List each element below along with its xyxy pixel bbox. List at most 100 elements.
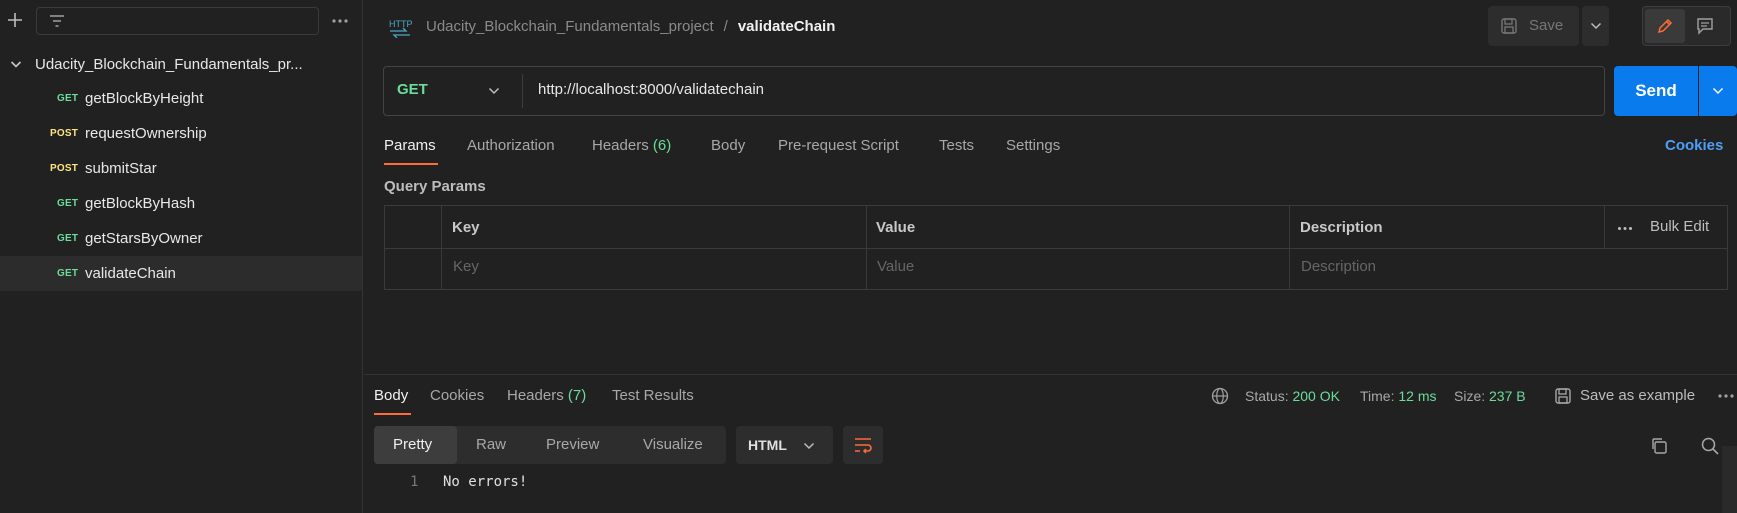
view-preview[interactable]: Preview bbox=[546, 436, 599, 453]
status-value: 200 OK bbox=[1292, 388, 1340, 404]
column-header-description: Description bbox=[1300, 219, 1383, 236]
response-tab-cookies[interactable]: Cookies bbox=[430, 387, 484, 404]
response-tab-body[interactable]: Body bbox=[374, 387, 408, 404]
copy-icon[interactable] bbox=[1650, 437, 1668, 455]
response-body-text: No errors! bbox=[443, 474, 528, 490]
bulk-edit-button[interactable]: Bulk Edit bbox=[1650, 218, 1709, 235]
description-input[interactable]: Description bbox=[1301, 258, 1376, 275]
tab-headers-label: Headers bbox=[592, 137, 649, 154]
tab-prerequest-script[interactable]: Pre-request Script bbox=[778, 137, 899, 154]
chevron-down-icon[interactable] bbox=[10, 59, 22, 69]
url-input[interactable]: http://localhost:8000/validatechain bbox=[538, 81, 764, 98]
save-icon bbox=[1500, 17, 1518, 35]
save-button[interactable]: Save bbox=[1488, 6, 1579, 46]
active-tab-indicator bbox=[374, 413, 411, 415]
line-number: 1 bbox=[410, 474, 419, 490]
comment-icon[interactable] bbox=[1696, 17, 1714, 35]
time-label: Time: bbox=[1360, 388, 1395, 404]
save-as-example-button[interactable]: Save as example bbox=[1580, 387, 1695, 404]
tab-authorization[interactable]: Authorization bbox=[467, 137, 555, 154]
request-name: getStarsByOwner bbox=[85, 230, 203, 247]
filter-icon bbox=[49, 14, 65, 28]
method-badge: GET bbox=[57, 93, 79, 104]
format-label: HTML bbox=[748, 437, 787, 453]
save-label: Save bbox=[1529, 17, 1564, 34]
wrap-lines-icon bbox=[853, 436, 873, 454]
more-options-icon[interactable] bbox=[1617, 226, 1633, 231]
view-raw[interactable]: Raw bbox=[476, 436, 506, 453]
url-separator bbox=[522, 74, 523, 108]
breadcrumb-separator: / bbox=[723, 17, 728, 35]
tab-body[interactable]: Body bbox=[711, 137, 745, 154]
method-badge: POST bbox=[50, 163, 79, 174]
tab-params[interactable]: Params bbox=[384, 137, 436, 154]
send-dropdown-button[interactable] bbox=[1699, 66, 1737, 116]
request-name: requestOwnership bbox=[85, 125, 207, 142]
time-value: 12 ms bbox=[1398, 388, 1437, 404]
request-name: submitStar bbox=[85, 160, 157, 177]
method-badge: POST bbox=[50, 128, 79, 139]
sidebar-request-submitstar[interactable]: POST submitStar bbox=[0, 151, 362, 186]
value-input[interactable]: Value bbox=[877, 258, 914, 275]
response-time: Time: 12 ms bbox=[1360, 388, 1437, 404]
collection-row[interactable]: Udacity_Blockchain_Fundamentals_pr... bbox=[0, 48, 362, 80]
table-divider bbox=[441, 205, 442, 290]
breadcrumb-collection[interactable]: Udacity_Blockchain_Fundamentals_project bbox=[426, 18, 714, 35]
chevron-down-icon bbox=[1590, 22, 1602, 30]
response-tab-headers[interactable]: Headers (7) bbox=[507, 387, 586, 404]
chevron-down-icon bbox=[1712, 87, 1724, 95]
query-params-label: Query Params bbox=[384, 178, 486, 195]
cookies-link[interactable]: Cookies bbox=[1665, 137, 1723, 154]
more-options-icon[interactable] bbox=[331, 18, 349, 24]
view-pretty[interactable]: Pretty bbox=[393, 436, 432, 453]
sidebar-request-validatechain[interactable]: GET validateChain bbox=[0, 256, 362, 291]
chevron-down-icon bbox=[803, 442, 815, 450]
method-badge: GET bbox=[57, 233, 79, 244]
sidebar-toolbar bbox=[0, 0, 362, 44]
tab-headers-count: (6) bbox=[652, 137, 672, 154]
plus-icon[interactable] bbox=[6, 11, 24, 29]
key-input[interactable]: Key bbox=[453, 258, 479, 275]
collection-name: Udacity_Blockchain_Fundamentals_pr... bbox=[35, 55, 303, 73]
edit-mode-button[interactable] bbox=[1645, 9, 1685, 43]
scrollbar[interactable] bbox=[1722, 446, 1737, 513]
column-header-key: Key bbox=[452, 219, 480, 236]
view-visualize[interactable]: Visualize bbox=[643, 436, 703, 453]
response-divider[interactable] bbox=[364, 374, 1737, 375]
sidebar-request-getstarsbyowner[interactable]: GET getStarsByOwner bbox=[0, 221, 362, 256]
save-dropdown-button[interactable] bbox=[1582, 6, 1609, 46]
tab-headers[interactable]: Headers (6) bbox=[592, 137, 671, 154]
tab-settings[interactable]: Settings bbox=[1006, 137, 1060, 154]
send-button[interactable]: Send bbox=[1614, 66, 1698, 116]
breadcrumb: Udacity_Blockchain_Fundamentals_project … bbox=[388, 12, 835, 40]
table-divider bbox=[384, 248, 1728, 249]
column-header-value: Value bbox=[876, 219, 916, 236]
sidebar-request-getblockbyheight[interactable]: GET getBlockByHeight bbox=[0, 81, 362, 116]
status-label: Status: bbox=[1245, 388, 1289, 404]
globe-icon[interactable] bbox=[1211, 387, 1229, 405]
more-options-icon[interactable] bbox=[1717, 393, 1735, 399]
method-select[interactable]: GET bbox=[397, 81, 428, 98]
breadcrumb-request[interactable]: validateChain bbox=[738, 18, 836, 35]
request-name: getBlockByHeight bbox=[85, 90, 204, 107]
request-name: getBlockByHash bbox=[85, 195, 196, 212]
wrap-lines-button[interactable] bbox=[843, 426, 883, 464]
method-badge: GET bbox=[57, 198, 79, 209]
response-tab-test-results[interactable]: Test Results bbox=[612, 387, 694, 404]
request-name: validateChain bbox=[85, 265, 176, 282]
tab-tests[interactable]: Tests bbox=[939, 137, 974, 154]
send-label: Send bbox=[1635, 81, 1677, 100]
pencil-icon bbox=[1656, 17, 1674, 35]
response-size: Size: 237 B bbox=[1454, 388, 1526, 404]
size-label: Size: bbox=[1454, 388, 1486, 404]
chevron-down-icon[interactable] bbox=[488, 87, 500, 95]
filter-input[interactable] bbox=[36, 7, 319, 35]
search-icon[interactable] bbox=[1700, 436, 1720, 456]
sidebar-request-getblockbyhash[interactable]: GET getBlockByHash bbox=[0, 186, 362, 221]
response-tab-headers-label: Headers bbox=[507, 387, 564, 404]
size-value: 237 B bbox=[1489, 388, 1526, 404]
active-tab-indicator bbox=[384, 163, 438, 165]
table-divider bbox=[1289, 205, 1290, 290]
sidebar-request-requestownership[interactable]: POST requestOwnership bbox=[0, 116, 362, 151]
table-divider bbox=[866, 205, 867, 290]
